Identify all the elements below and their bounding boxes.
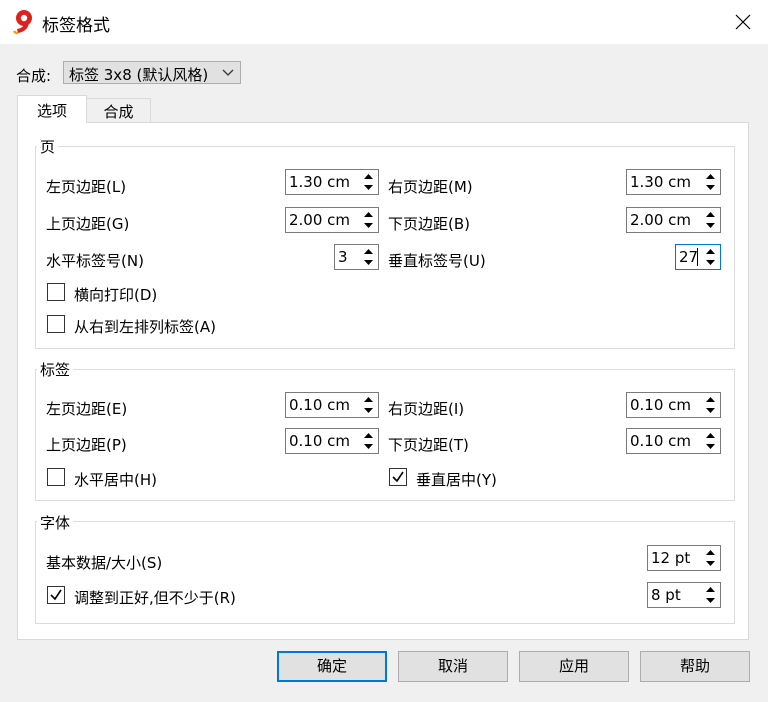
spinner-value: 2.00 cm <box>289 211 351 229</box>
page-group-title: 页 <box>37 136 59 157</box>
compose-select-value: 标签 3x8 (默认风格) <box>69 66 209 84</box>
spin-down-icon[interactable] <box>702 595 719 606</box>
spin-down-icon[interactable] <box>702 441 719 452</box>
vertical-count-label: 垂直标签号(U) <box>388 252 486 270</box>
spin-up-icon[interactable] <box>360 209 377 220</box>
spin-down-icon[interactable] <box>360 405 377 416</box>
spin-down-icon[interactable] <box>360 220 377 231</box>
spinner-value: 0.10 cm <box>289 432 351 450</box>
ok-button[interactable]: 确定 <box>277 651 387 682</box>
tab-compose[interactable]: 合成 <box>86 98 151 122</box>
spinner-value: 0.10 cm <box>630 432 692 450</box>
spin-down-icon[interactable] <box>360 257 377 268</box>
compose-label: 合成: <box>16 67 52 85</box>
spin-up-icon[interactable] <box>702 430 719 441</box>
spin-up-icon[interactable] <box>702 394 719 405</box>
app-logo-icon <box>12 10 32 35</box>
close-button[interactable] <box>718 0 768 44</box>
label-bottom-margin-label: 下页边距(T) <box>388 436 469 454</box>
h-center-label: 水平居中(H) <box>74 471 157 489</box>
label-left-margin-spinner[interactable]: 0.10 cm <box>285 392 379 418</box>
min-size-spinner[interactable]: 8 pt <box>647 582 721 608</box>
label-top-margin-label: 上页边距(P) <box>46 436 127 454</box>
checkmark-icon <box>50 589 62 601</box>
base-size-spinner[interactable]: 12 pt <box>647 545 721 571</box>
label-right-margin-label: 右页边距(I) <box>388 400 465 418</box>
spin-up-icon[interactable] <box>360 246 377 257</box>
label-group-title: 标签 <box>37 359 74 380</box>
title-bar: 标签格式 <box>0 0 768 44</box>
page-top-margin-label: 上页边距(G) <box>46 215 130 233</box>
spinner-value: 12 pt <box>651 549 691 567</box>
spin-up-icon[interactable] <box>702 209 719 220</box>
apply-button[interactable]: 应用 <box>519 651 629 682</box>
spinner-value: 3 <box>338 248 348 266</box>
horizontal-count-label: 水平标签号(N) <box>46 252 144 270</box>
landscape-label: 横向打印(D) <box>74 286 158 304</box>
label-bottom-margin-spinner[interactable]: 0.10 cm <box>626 428 721 454</box>
spin-down-icon[interactable] <box>702 182 719 193</box>
right-to-left-checkbox[interactable] <box>47 315 65 333</box>
label-top-margin-spinner[interactable]: 0.10 cm <box>285 428 379 454</box>
cancel-button[interactable]: 取消 <box>398 651 508 682</box>
page-right-margin-label: 右页边距(M) <box>388 178 473 196</box>
spinner-value: 2.00 cm <box>630 211 692 229</box>
spin-up-icon[interactable] <box>360 394 377 405</box>
page-left-margin-label: 左页边距(L) <box>46 178 127 196</box>
page-left-margin-spinner[interactable]: 1.30 cm <box>285 169 379 195</box>
checkmark-icon <box>392 471 404 483</box>
page-bottom-margin-label: 下页边距(B) <box>388 215 470 233</box>
spinner-value: 0.10 cm <box>289 396 351 414</box>
options-panel: 页 左页边距(L) 1.30 cm 右页边距(M) 1.30 cm 上页边距(G… <box>17 122 749 640</box>
compose-select[interactable]: 标签 3x8 (默认风格) <box>63 61 241 84</box>
spin-down-icon[interactable] <box>702 405 719 416</box>
text-caret <box>697 248 698 266</box>
chevron-down-icon <box>222 69 234 76</box>
label-left-margin-label: 左页边距(E) <box>46 400 128 418</box>
spin-up-icon[interactable] <box>360 430 377 441</box>
label-right-margin-spinner[interactable]: 0.10 cm <box>626 392 721 418</box>
spinner-value: 27 <box>679 248 699 266</box>
font-group-title: 字体 <box>37 512 74 533</box>
spinner-value: 0.10 cm <box>630 396 692 414</box>
tab-options[interactable]: 选项 <box>17 95 87 123</box>
spin-down-icon[interactable] <box>360 441 377 452</box>
base-size-label: 基本数据/大小(S) <box>46 554 163 572</box>
spin-up-icon[interactable] <box>702 171 719 182</box>
page-bottom-margin-spinner[interactable]: 2.00 cm <box>626 207 721 233</box>
fit-label: 调整到正好,但不少于(R) <box>74 589 236 607</box>
spinner-value: 1.30 cm <box>289 173 351 191</box>
help-button[interactable]: 帮助 <box>640 651 750 682</box>
fit-checkbox[interactable] <box>47 586 65 604</box>
v-center-label: 垂直居中(Y) <box>416 471 497 489</box>
spin-down-icon[interactable] <box>702 220 719 231</box>
horizontal-count-spinner[interactable]: 3 <box>334 244 379 270</box>
spin-down-icon[interactable] <box>702 558 719 569</box>
spinner-value: 1.30 cm <box>630 173 692 191</box>
spin-down-icon[interactable] <box>702 257 719 268</box>
spinner-value: 8 pt <box>651 586 681 604</box>
page-right-margin-spinner[interactable]: 1.30 cm <box>626 169 721 195</box>
right-to-left-label: 从右到左排列标签(A) <box>74 318 216 336</box>
spin-up-icon[interactable] <box>702 547 719 558</box>
page-top-margin-spinner[interactable]: 2.00 cm <box>285 207 379 233</box>
dialog-title: 标签格式 <box>42 16 110 36</box>
close-icon <box>735 14 751 30</box>
vertical-count-spinner[interactable]: 27 <box>675 244 721 270</box>
tab-compose-label: 合成 <box>103 103 134 121</box>
v-center-checkbox[interactable] <box>389 468 407 486</box>
tab-options-label: 选项 <box>36 102 67 120</box>
spin-down-icon[interactable] <box>360 182 377 193</box>
spin-up-icon[interactable] <box>360 171 377 182</box>
landscape-checkbox[interactable] <box>47 283 65 301</box>
spin-up-icon[interactable] <box>702 584 719 595</box>
h-center-checkbox[interactable] <box>47 468 65 486</box>
spin-up-icon[interactable] <box>702 246 719 257</box>
